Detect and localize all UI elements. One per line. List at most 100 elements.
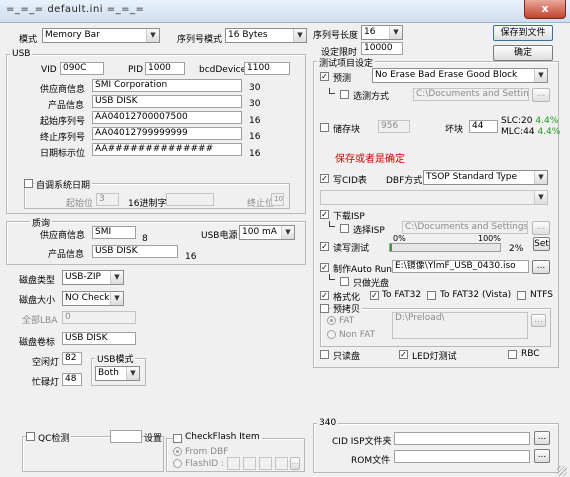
date-input[interactable]: AA############## <box>92 143 242 156</box>
product-length: 30 <box>249 99 261 109</box>
fat32-checkbox[interactable]: ✓ <box>370 291 379 300</box>
ntfs-checkbox[interactable] <box>517 291 526 300</box>
cid-isp-browse-button[interactable]: ... <box>534 431 550 445</box>
tree-connector-icon <box>329 221 335 227</box>
q-vendor-input[interactable]: SMI <box>92 226 136 239</box>
q-product-input[interactable]: USB DISK <box>92 245 178 258</box>
cid-file-select[interactable]: ▼ <box>320 190 548 205</box>
flash-id-radio[interactable] <box>173 459 182 468</box>
product-input[interactable]: USB DISK <box>92 95 242 108</box>
qc-input[interactable] <box>110 430 142 443</box>
isp-browse-button[interactable]: ... <box>532 221 550 235</box>
cid-isp-folder-input[interactable] <box>394 432 530 445</box>
fat32-vista-checkbox[interactable] <box>427 291 436 300</box>
select-mode-path[interactable]: C:\Documents and Settings\pit <box>413 88 529 101</box>
all-lba-label: 全部LBA <box>22 316 58 326</box>
flash-id-browse-button[interactable]: … <box>290 457 300 470</box>
from-dbf-radio[interactable] <box>173 447 182 456</box>
volume-input[interactable]: USB DISK <box>62 332 136 345</box>
select-isp-checkbox[interactable] <box>340 224 349 233</box>
bcd-input[interactable]: 1100 <box>244 62 290 75</box>
busy-led-label: 忙碌灯 <box>32 378 60 388</box>
pretest-select[interactable]: No Erase Bad Erase Good Block ▼ <box>372 68 548 83</box>
write-cid-checkbox[interactable]: ✓ <box>320 174 329 183</box>
bad-block-label: 坏块 <box>445 125 464 135</box>
auto-date-label: 自调系统日期 <box>34 178 93 191</box>
autorun-browse-button[interactable]: ... <box>532 260 550 274</box>
fat-label: FAT <box>339 316 355 326</box>
chevron-down-icon: ▼ <box>389 26 402 39</box>
start-sn-input[interactable]: AA04012700007500 <box>92 111 242 124</box>
vendor-input[interactable]: SMI Corporation <box>92 79 242 92</box>
flash-id-box-1[interactable] <box>227 457 240 470</box>
disk-size-label: 磁盘大小 <box>19 296 56 306</box>
flash-id-box-4[interactable] <box>275 457 288 470</box>
cdrom-only-checkbox[interactable] <box>340 277 349 286</box>
dbf-mode-select[interactable]: TSOP Standard Type ▼ <box>423 170 548 185</box>
end-sn-label: 终止序列号 <box>40 133 86 143</box>
sn-mode-select[interactable]: 16 Bytes ▼ <box>225 28 307 43</box>
sn-length-select[interactable]: 16 ▼ <box>361 25 403 40</box>
led-test-checkbox[interactable]: ✓ <box>399 350 408 359</box>
busy-led-input[interactable]: 48 <box>62 373 82 386</box>
precopy-browse-button[interactable]: ... <box>531 314 546 327</box>
select-mode-browse-button[interactable]: ... <box>532 88 550 102</box>
end-bit-input[interactable]: 10 <box>271 193 284 206</box>
idle-led-input[interactable]: 82 <box>62 352 82 365</box>
flash-id-box-2[interactable] <box>243 457 256 470</box>
download-isp-checkbox[interactable]: ✓ <box>320 210 329 219</box>
resize-grip-icon[interactable] <box>557 466 567 476</box>
storage-label: 储存块 <box>333 125 361 135</box>
rw-test-label: 读写测试 <box>333 244 370 254</box>
all-lba-input[interactable]: 0 <box>62 311 136 324</box>
volume-label: 磁盘卷标 <box>19 338 56 348</box>
isp-path[interactable]: C:\Documents and Settings\pitt.cl <box>402 221 528 234</box>
rom-file-input[interactable] <box>394 450 530 463</box>
rw-test-checkbox[interactable]: ✓ <box>320 242 329 251</box>
time-limit-input[interactable]: 10000 <box>361 42 403 55</box>
hex-input[interactable] <box>166 193 214 206</box>
end-sn-input[interactable]: AA04012799999999 <box>92 127 242 140</box>
pid-input[interactable]: 1000 <box>145 62 185 75</box>
q-product-length: 16 <box>185 252 197 262</box>
autorun-checkbox[interactable]: ✓ <box>320 263 329 272</box>
start-sn-label: 起始序列号 <box>40 117 86 127</box>
qc-checkbox[interactable] <box>26 432 35 441</box>
settings-window: =_=_= default.ini =_=_= x 模式 Memory Bar ▼… <box>0 0 570 477</box>
usb-power-select[interactable]: 100 mA ▼ <box>239 225 295 240</box>
non-fat-radio[interactable] <box>327 330 336 339</box>
g340-group <box>313 423 559 473</box>
hex-label: 16进制字 <box>128 199 167 209</box>
precopy-path[interactable]: D:\Preload\ <box>392 312 528 339</box>
rbc-checkbox[interactable] <box>508 350 517 359</box>
start-bit-input[interactable]: 3 <box>96 193 119 206</box>
close-button[interactable]: x <box>524 0 566 19</box>
checkflash-checkbox[interactable] <box>173 434 182 443</box>
vid-label: VID <box>41 65 57 75</box>
bad-block-input[interactable]: 44 <box>469 120 498 133</box>
precopy-checkbox[interactable] <box>320 304 329 313</box>
fat32-vista-label: To FAT32 (Vista) <box>440 290 512 300</box>
rbc-label: RBC <box>521 349 540 359</box>
autorun-path[interactable]: E:\镜像\YlmF_USB_0430.iso <box>392 260 529 273</box>
storage-checkbox[interactable] <box>320 123 329 132</box>
format-checkbox[interactable]: ✓ <box>320 291 329 300</box>
vid-input[interactable]: 090C <box>60 62 104 75</box>
rw-set-button[interactable]: Set <box>533 237 550 251</box>
fat-radio[interactable] <box>327 316 336 325</box>
save-to-file-button[interactable]: 保存到文件 <box>493 25 553 41</box>
mode-select[interactable]: Memory Bar ▼ <box>42 28 160 43</box>
date-label: 日期标示位 <box>40 149 86 159</box>
disk-type-select[interactable]: USB-ZIP ▼ <box>62 270 124 285</box>
auto-date-checkbox[interactable] <box>24 179 33 188</box>
chevron-down-icon: ▼ <box>281 226 294 239</box>
usb-mode-select[interactable]: Both ▼ <box>95 366 140 381</box>
pretest-checkbox[interactable]: ✓ <box>320 72 329 81</box>
select-mode-checkbox[interactable] <box>340 90 349 99</box>
storage-input[interactable]: 956 <box>378 120 410 133</box>
ok-button[interactable]: 确定 <box>493 45 553 61</box>
flash-id-box-3[interactable] <box>259 457 272 470</box>
disk-size-select[interactable]: NO Check ▼ <box>62 291 124 306</box>
rom-browse-button[interactable]: ... <box>534 449 550 463</box>
readonly-checkbox[interactable] <box>320 350 329 359</box>
